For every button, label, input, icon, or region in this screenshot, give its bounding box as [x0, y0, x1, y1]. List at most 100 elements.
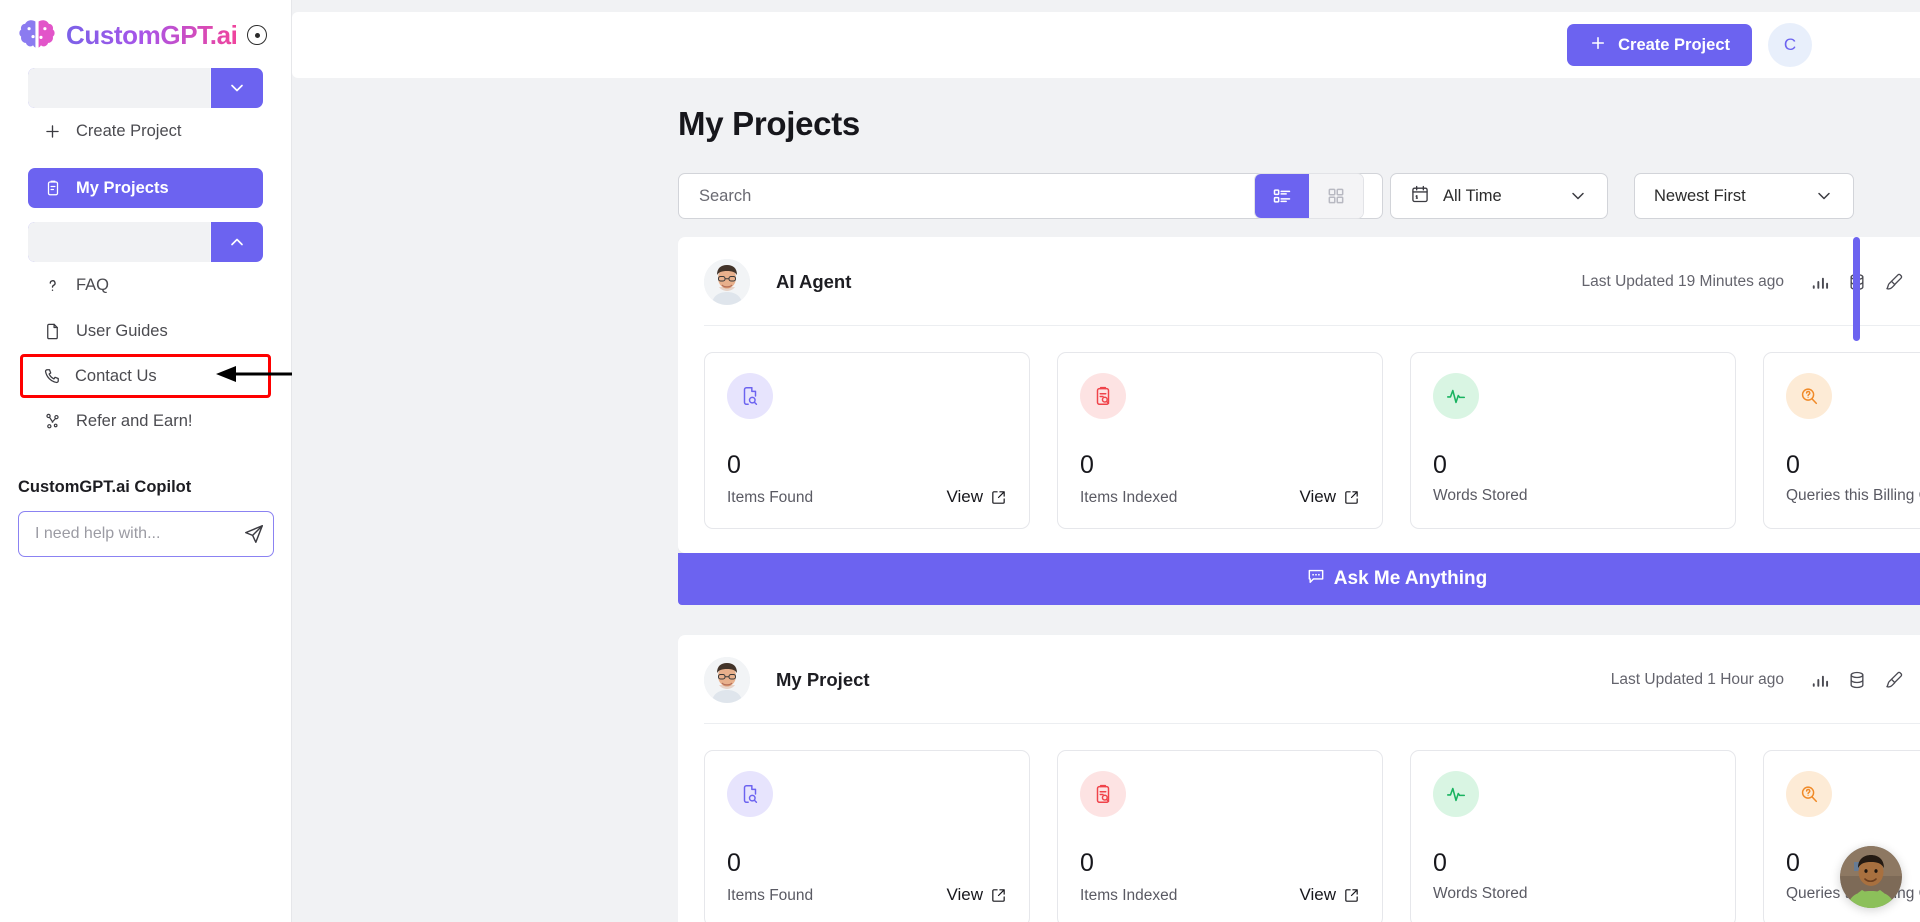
sidebar-item-my-projects[interactable]: My Projects — [28, 168, 263, 208]
stat-card-items-found: 0 Items Found View — [704, 352, 1030, 529]
sidebar-item-label: Contact Us — [75, 366, 157, 385]
stat-footer: Items Indexed View — [1080, 885, 1360, 905]
stat-card-words-stored: 0 Words Stored — [1410, 750, 1736, 922]
sidebar-item-faq[interactable]: FAQ — [24, 262, 267, 308]
stat-label: Items Found — [727, 887, 814, 904]
project-name[interactable]: AI Agent — [776, 271, 851, 293]
view-link-label: View — [946, 885, 983, 904]
chat-bubble-icon — [1306, 566, 1326, 592]
sidebar-item-support[interactable]: Support — [28, 222, 263, 262]
calendar-icon — [1410, 184, 1430, 209]
stat-footer: Queries this Billing Cycle — [1786, 487, 1920, 505]
project-last-updated: Last Updated 19 Minutes ago — [1581, 273, 1785, 290]
stat-value: 0 — [1080, 451, 1094, 479]
stat-card-items-indexed: 0 Items Indexed View — [1057, 750, 1383, 922]
sidebar-item-label: Refer and Earn! — [76, 411, 193, 430]
app-root: CustomGPT.ai Dashboard — [0, 0, 1920, 922]
view-link[interactable]: View — [946, 885, 1007, 905]
sort-dropdown[interactable]: Newest First — [1634, 173, 1854, 219]
paintbrush-icon[interactable] — [1884, 670, 1904, 690]
copilot-panel: CustomGPT.ai Copilot — [0, 478, 292, 557]
query-search-icon — [1786, 771, 1832, 817]
stat-footer: Words Stored — [1433, 885, 1713, 903]
stat-card-items-found: 0 Items Found View — [704, 750, 1030, 922]
brand-logo[interactable]: CustomGPT.ai — [0, 0, 291, 58]
project-card: My Project Last Updated 1 Hour ago 0 Ite… — [678, 635, 1920, 922]
paintbrush-icon[interactable] — [1884, 272, 1904, 292]
view-link-label: View — [1299, 885, 1336, 904]
copilot-input[interactable] — [35, 525, 242, 543]
view-link[interactable]: View — [1299, 885, 1360, 905]
ask-me-anything-label: Ask Me Anything — [1333, 568, 1488, 589]
search-input[interactable] — [699, 186, 1341, 206]
project-name[interactable]: My Project — [776, 669, 870, 691]
clipboard-search-icon — [1080, 771, 1126, 817]
external-link-icon — [992, 490, 1005, 504]
view-link[interactable]: View — [946, 487, 1007, 507]
stats-row: 0 Items Found View 0 Items Indexed View … — [704, 724, 1920, 922]
sidebar-item-user-guides[interactable]: User Guides — [24, 308, 267, 354]
list-view-icon[interactable] — [1255, 174, 1309, 218]
stat-label: Items Indexed — [1080, 887, 1178, 904]
project-card-actions: Last Updated 19 Minutes ago — [1582, 272, 1920, 292]
support-chat-widget[interactable] — [1840, 846, 1902, 908]
external-link-icon — [1345, 490, 1358, 504]
create-project-button[interactable]: Create Project — [1567, 24, 1752, 66]
top-bar: Create Project C — [292, 12, 1920, 78]
action-icon-group — [1810, 670, 1920, 690]
stat-card-queries-billing-cycle: 0 Queries this Billing Cycle — [1763, 750, 1920, 922]
date-filter-dropdown[interactable]: All Time — [1390, 173, 1608, 219]
stat-value: 0 — [1786, 451, 1800, 479]
stat-value: 0 — [1080, 849, 1094, 877]
file-search-icon — [727, 373, 773, 419]
stat-value: 0 — [1433, 849, 1447, 877]
stat-footer: Items Found View — [727, 885, 1007, 905]
view-link[interactable]: View — [1299, 487, 1360, 507]
send-icon[interactable] — [242, 523, 266, 545]
sidebar-item-create-project[interactable]: Create Project — [24, 108, 267, 154]
clipboard-search-icon — [1080, 373, 1126, 419]
copilot-input-wrap[interactable] — [18, 511, 274, 557]
chevron-down-icon[interactable] — [211, 68, 263, 108]
share-nodes-icon — [42, 411, 62, 431]
sidebar-item-refer-and-earn[interactable]: Refer and Earn! — [24, 398, 267, 444]
activity-pulse-icon — [1433, 771, 1479, 817]
stat-label: Words Stored — [1433, 487, 1528, 504]
chevron-down-icon — [1552, 186, 1588, 206]
avatar-initial-letter: C — [1783, 35, 1797, 54]
action-icon-group — [1810, 272, 1920, 292]
bar-chart-icon[interactable] — [1810, 272, 1830, 292]
stat-footer: Items Found View — [727, 487, 1007, 507]
info-circle-icon[interactable] — [247, 25, 267, 45]
phone-icon — [41, 366, 61, 386]
user-avatar[interactable]: C — [1768, 23, 1812, 67]
avatar — [704, 259, 750, 305]
stat-label: Queries this Billing Cycle — [1786, 487, 1920, 504]
create-project-label: Create Project — [1618, 35, 1730, 54]
sidebar-item-label: My Projects — [76, 178, 169, 197]
bar-chart-icon[interactable] — [1810, 670, 1830, 690]
projects-list: AI Agent Last Updated 19 Minutes ago 0 I… — [678, 237, 1920, 922]
right-controls: All Time Newest First — [1254, 173, 1854, 219]
stat-label: Items Found — [727, 489, 814, 506]
grid-view-icon[interactable] — [1309, 174, 1363, 218]
project-card-header: AI Agent Last Updated 19 Minutes ago — [704, 259, 1920, 326]
chevron-up-icon[interactable] — [211, 222, 263, 262]
avatar — [704, 657, 750, 703]
scrollbar-thumb[interactable] — [1853, 237, 1860, 341]
plus-icon — [1589, 34, 1607, 57]
stat-label: Items Indexed — [1080, 489, 1178, 506]
sort-label: Newest First — [1654, 186, 1746, 205]
sidebar-item-dashboard[interactable]: Dashboard — [28, 68, 263, 108]
sidebar-item-contact-us[interactable]: Contact Us — [20, 354, 271, 398]
ask-me-anything-button[interactable]: Ask Me Anything — [678, 553, 1920, 605]
stat-footer: Words Stored — [1433, 487, 1713, 505]
stat-card-items-indexed: 0 Items Indexed View — [1057, 352, 1383, 529]
database-icon[interactable] — [1847, 670, 1867, 690]
file-search-icon — [727, 771, 773, 817]
copilot-title: CustomGPT.ai Copilot — [18, 478, 192, 496]
stat-card-words-stored: 0 Words Stored — [1410, 352, 1736, 529]
external-link-icon — [1345, 888, 1358, 902]
file-icon — [42, 321, 62, 341]
stat-footer: Items Indexed View — [1080, 487, 1360, 507]
